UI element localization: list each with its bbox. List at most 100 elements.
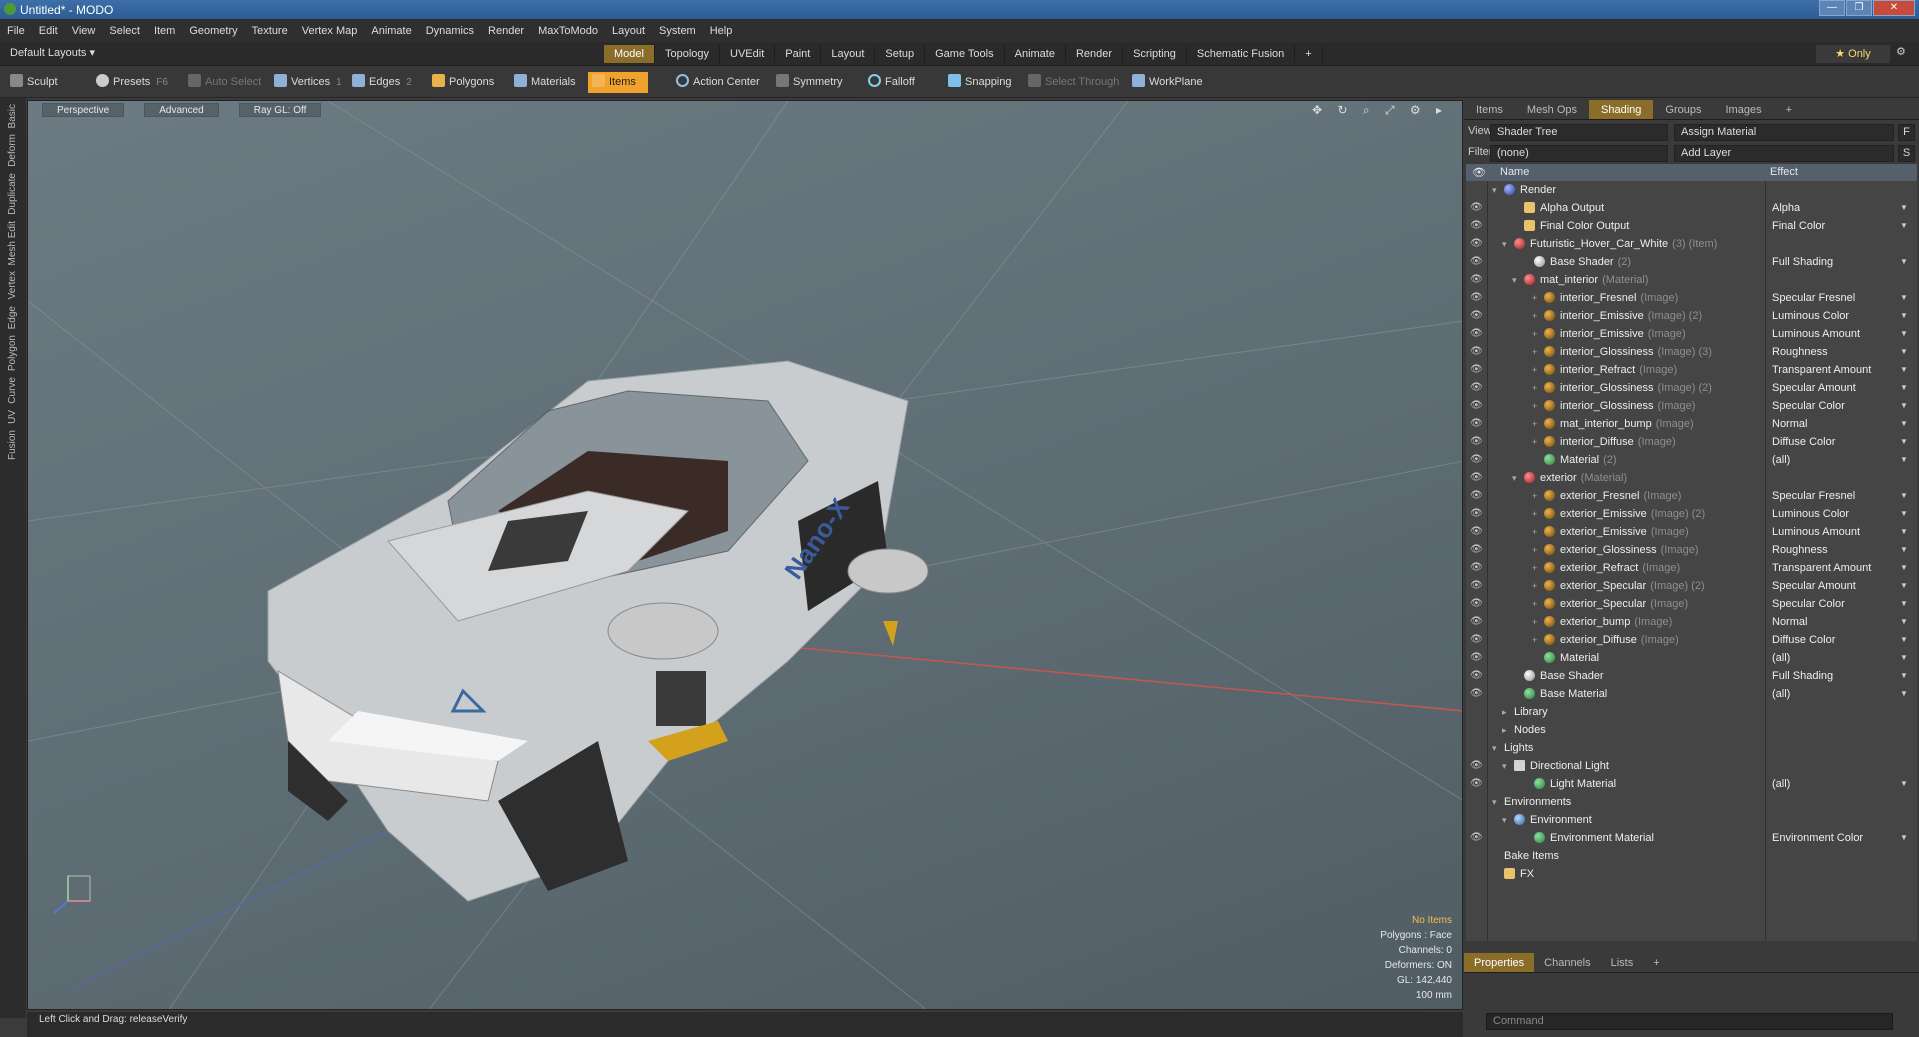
left-tab-curve[interactable]: Curve — [7, 377, 18, 404]
effect-value[interactable]: (all) — [1772, 649, 1790, 667]
shader-tree-row[interactable]: 👁 + exterior_Diffuse (Image) Diffuse Color ▼ — [1466, 631, 1917, 649]
edges-button[interactable]: Edges 2 — [348, 72, 412, 93]
effect-value[interactable]: (all) — [1772, 685, 1790, 703]
eye-icon[interactable]: 👁 — [1470, 289, 1483, 307]
chevron-down-icon[interactable]: ▼ — [1900, 307, 1908, 325]
expand-toggle[interactable]: + — [1532, 433, 1537, 451]
eye-icon[interactable]: 👁 — [1470, 613, 1483, 631]
shader-tree-row[interactable]: 👁 + mat_interior_bump (Image) Normal ▼ — [1466, 415, 1917, 433]
effect-value[interactable]: Normal — [1772, 415, 1807, 433]
expand-toggle[interactable]: + — [1532, 289, 1537, 307]
chevron-down-icon[interactable]: ▼ — [1900, 343, 1908, 361]
command-input[interactable]: Command — [1486, 1013, 1893, 1030]
shader-tree-row[interactable]: 👁 Light Material (all) ▼ — [1466, 775, 1917, 793]
polygons-button[interactable]: Polygons — [428, 72, 494, 93]
chevron-down-icon[interactable]: ▼ — [1900, 397, 1908, 415]
shader-tree-row[interactable]: Bake Items — [1466, 847, 1917, 865]
chevron-down-icon[interactable]: ▼ — [1900, 415, 1908, 433]
effect-value[interactable]: Full Shading — [1772, 253, 1833, 271]
effect-value[interactable]: Roughness — [1772, 343, 1828, 361]
effect-value[interactable]: Diffuse Color — [1772, 631, 1835, 649]
effect-value[interactable]: Specular Color — [1772, 595, 1845, 613]
effect-value[interactable]: Diffuse Color — [1772, 433, 1835, 451]
expand-toggle[interactable]: + — [1532, 343, 1537, 361]
auto-select-button[interactable]: Auto Select — [184, 72, 261, 93]
menu-maxtomodo[interactable]: MaxToModo — [531, 25, 605, 37]
tab-paint[interactable]: Paint — [775, 45, 822, 63]
shader-tree-row[interactable]: 👁 + interior_Fresnel (Image) Specular Fresne… — [1466, 289, 1917, 307]
tab-animate[interactable]: Animate — [1005, 45, 1066, 63]
left-tab-mesh-edit[interactable]: Mesh Edit — [7, 221, 18, 265]
shader-tree-row[interactable]: 👁 ▾ Futuristic_Hover_Car_White (3) (Item) — [1466, 235, 1917, 253]
bottom-tab-lists[interactable]: Lists — [1601, 953, 1644, 972]
shader-tree-row[interactable]: ▾ Environment — [1466, 811, 1917, 829]
effect-value[interactable]: Luminous Amount — [1772, 523, 1860, 541]
effect-value[interactable]: Luminous Amount — [1772, 325, 1860, 343]
eye-icon[interactable]: 👁 — [1470, 397, 1483, 415]
shader-tree-row[interactable]: 👁 ▾ exterior (Material) — [1466, 469, 1917, 487]
eye-icon[interactable]: 👁 — [1470, 829, 1483, 847]
expand-toggle[interactable]: ▾ — [1512, 271, 1517, 289]
effect-value[interactable]: (all) — [1772, 775, 1790, 793]
expand-toggle[interactable]: + — [1532, 541, 1537, 559]
expand-toggle[interactable]: + — [1532, 577, 1537, 595]
eye-icon[interactable]: 👁 — [1470, 217, 1483, 235]
eye-icon[interactable]: 👁 — [1470, 451, 1483, 469]
snapping-button[interactable]: Snapping — [944, 72, 1012, 93]
only-button[interactable]: ★ Only — [1816, 45, 1890, 63]
menu-view[interactable]: View — [65, 25, 103, 37]
bottom-tab-add[interactable]: + — [1643, 953, 1669, 972]
menu-layout[interactable]: Layout — [605, 25, 652, 37]
effect-value[interactable]: Roughness — [1772, 541, 1828, 559]
panel-tab-mesh-ops[interactable]: Mesh Ops — [1515, 100, 1589, 119]
shader-tree-row[interactable]: 👁 + interior_Glossiness (Image) (2) Specular… — [1466, 379, 1917, 397]
effect-value[interactable]: (all) — [1772, 451, 1790, 469]
left-tab-polygon[interactable]: Polygon — [7, 335, 18, 371]
expand-toggle[interactable]: + — [1532, 397, 1537, 415]
eye-icon[interactable]: 👁 — [1470, 415, 1483, 433]
expand-toggle[interactable]: + — [1532, 415, 1537, 433]
bottom-tab-channels[interactable]: Channels — [1534, 953, 1600, 972]
expand-toggle[interactable]: + — [1532, 631, 1537, 649]
expand-toggle[interactable]: ▸ — [1502, 703, 1507, 721]
shader-tree-row[interactable]: ▸ Nodes — [1466, 721, 1917, 739]
left-tab-duplicate[interactable]: Duplicate — [7, 173, 18, 215]
hover-car-model[interactable]: Nano-X — [28, 101, 1463, 1010]
shader-tree-row[interactable]: FX — [1466, 865, 1917, 883]
menu-texture[interactable]: Texture — [245, 25, 295, 37]
chevron-down-icon[interactable]: ▼ — [1900, 775, 1908, 793]
shader-tree-row[interactable]: 👁 ▾ Directional Light — [1466, 757, 1917, 775]
tab-layout[interactable]: Layout — [821, 45, 876, 63]
bottom-tab-properties[interactable]: Properties — [1464, 953, 1535, 972]
effect-value[interactable]: Specular Fresnel — [1772, 487, 1855, 505]
menu-system[interactable]: System — [652, 25, 703, 37]
tab-schematic-fusion[interactable]: Schematic Fusion — [1187, 45, 1296, 63]
s-button[interactable]: S — [1898, 145, 1915, 162]
chevron-down-icon[interactable]: ▼ — [1900, 613, 1908, 631]
chevron-down-icon[interactable]: ▼ — [1900, 631, 1908, 649]
assign-material-field[interactable]: Assign Material — [1674, 124, 1894, 141]
shader-tree-row[interactable]: 👁 + exterior_Emissive (Image) (2) Luminous C… — [1466, 505, 1917, 523]
effect-value[interactable]: Final Color — [1772, 217, 1825, 235]
eye-icon[interactable]: 👁 — [1470, 757, 1483, 775]
tab-render[interactable]: Render — [1066, 45, 1124, 63]
chevron-down-icon[interactable]: ▼ — [1900, 487, 1908, 505]
shader-tree-row[interactable]: 👁 Material (2) (all) ▼ — [1466, 451, 1917, 469]
view-dropdown[interactable]: Shader Tree — [1490, 124, 1668, 141]
effect-value[interactable]: Full Shading — [1772, 667, 1833, 685]
materials-button[interactable]: Materials — [510, 72, 576, 93]
expand-toggle[interactable]: + — [1532, 523, 1537, 541]
effect-value[interactable]: Normal — [1772, 613, 1807, 631]
eye-icon[interactable]: 👁 — [1470, 433, 1483, 451]
shader-tree-row[interactable]: 👁 + interior_Glossiness (Image) (3) Roughnes… — [1466, 343, 1917, 361]
menu-geometry[interactable]: Geometry — [182, 25, 244, 37]
eye-icon[interactable]: 👁 — [1470, 271, 1483, 289]
eye-icon[interactable]: 👁 — [1470, 505, 1483, 523]
menu-vertex-map[interactable]: Vertex Map — [295, 25, 365, 37]
effect-value[interactable]: Transparent Amount — [1772, 559, 1871, 577]
chevron-down-icon[interactable]: ▼ — [1900, 325, 1908, 343]
name-column-header[interactable]: Name — [1500, 166, 1529, 178]
eye-icon[interactable]: 👁 — [1470, 379, 1483, 397]
expand-toggle[interactable]: + — [1532, 361, 1537, 379]
expand-toggle[interactable]: + — [1532, 307, 1537, 325]
